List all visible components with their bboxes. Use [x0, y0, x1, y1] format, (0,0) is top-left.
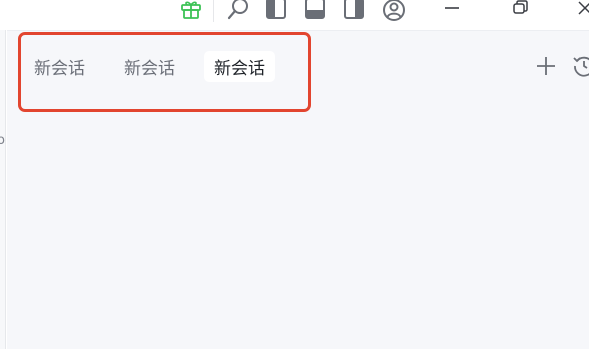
restore-icon[interactable]	[508, 0, 532, 20]
minimize-icon[interactable]	[440, 0, 464, 20]
left-panel-clipped-glyph: o	[0, 133, 5, 148]
plus-icon	[537, 57, 555, 75]
gift-icon[interactable]	[178, 0, 204, 22]
right-panel-layout-icon[interactable]	[342, 0, 366, 21]
add-session-button[interactable]	[533, 53, 559, 79]
highlight-box	[18, 32, 311, 112]
account-icon[interactable]	[381, 0, 407, 23]
close-icon[interactable]	[576, 0, 589, 20]
bottom-panel-layout-icon[interactable]	[303, 0, 327, 21]
title-bar	[0, 0, 589, 30]
toolbar-divider	[213, 0, 214, 22]
search-icon[interactable]	[224, 0, 252, 23]
panel-top-border	[7, 30, 589, 31]
left-panel-layout-icon[interactable]	[264, 0, 288, 21]
history-icon	[573, 56, 589, 77]
left-panel-edge: o	[0, 30, 6, 349]
history-button[interactable]	[571, 53, 589, 79]
